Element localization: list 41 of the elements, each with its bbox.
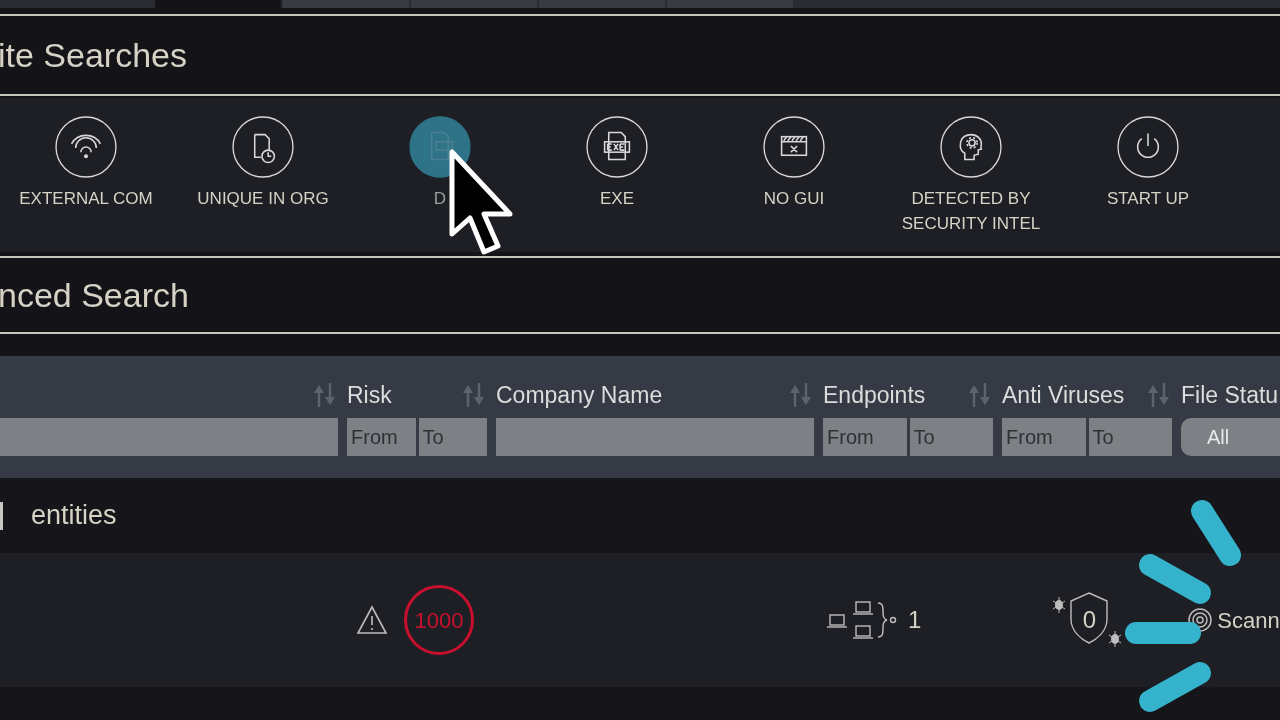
filter-input-field[interactable]: From (1002, 418, 1086, 456)
favorite-search-label: START UP (1105, 188, 1191, 210)
filter-input-field[interactable]: To (909, 418, 993, 456)
target-icon (1187, 607, 1214, 633)
tab[interactable] (667, 0, 793, 8)
tab[interactable] (539, 0, 665, 8)
filter-input-field[interactable] (496, 418, 814, 456)
results-count-label: entities (31, 499, 117, 533)
nogui-icon (763, 116, 825, 178)
favorite-search-label: EXE (599, 188, 635, 210)
wifi-icon (55, 116, 117, 178)
endpoints-count: 1 (908, 605, 922, 635)
favorite-search-label: NO GUI (762, 188, 826, 210)
filter-input-field[interactable]: From (823, 418, 907, 456)
favorite-search-label: UNIQUE IN ORG (196, 188, 330, 210)
filter-input-field[interactable]: To (1088, 418, 1172, 456)
section-title: ite Searches (0, 34, 187, 76)
filter-input-field[interactable]: From (347, 418, 416, 456)
column-header: Anti Viruses (1002, 380, 1125, 410)
favorite-search-label: D (432, 188, 448, 210)
status-select[interactable]: All (1181, 418, 1280, 456)
favorite-search-label: EXTERNAL COM (18, 188, 154, 210)
result-row[interactable]: 1000 1 0 Scann (0, 553, 1280, 687)
tab[interactable] (155, 0, 281, 8)
column-header: Company Name (496, 380, 663, 410)
anti-virus-count: 0 (1081, 605, 1098, 635)
favorite-search-label: DETECTED BY SECURITY INTEL (900, 188, 1042, 235)
column-header: File Statu (1181, 380, 1279, 410)
column-header: Endpoints (823, 380, 926, 410)
column-header: Risk (347, 380, 392, 410)
tab[interactable] (411, 0, 537, 8)
warning-icon (356, 605, 388, 635)
filter-input-field[interactable]: To (418, 418, 487, 456)
power-icon (1117, 116, 1179, 178)
file-status-text: Scann (1217, 606, 1280, 635)
tab[interactable] (283, 0, 409, 8)
file-clock-icon (232, 116, 294, 178)
exe-icon (586, 116, 648, 178)
filter-input-field[interactable] (0, 418, 338, 456)
section-title: nced Search (0, 274, 189, 316)
head-icon (940, 116, 1002, 178)
